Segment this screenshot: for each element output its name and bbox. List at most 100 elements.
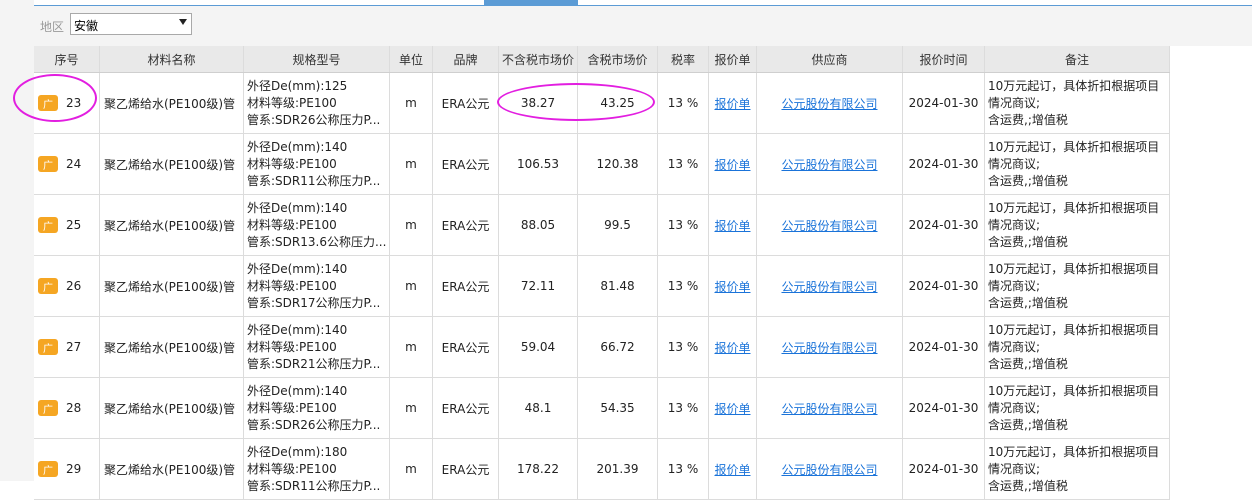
seq-number: 28 (66, 401, 82, 415)
supplier-link[interactable]: 公元股份有限公司 (781, 461, 877, 478)
region-label: 地区 (40, 20, 65, 34)
remark-line-3: 含运费,;增值税 (988, 478, 1068, 493)
table-row[interactable]: 广 25 聚乙烯给水(PE100级)管 外径De(mm):140 材料等级:PE100 管… (34, 195, 1170, 256)
spec-cell: 外径De(mm):140 材料等级:PE100 管系:SDR13.6公称压力... (244, 195, 390, 255)
spec-cell: 外径De(mm):140 材料等级:PE100 管系:SDR26公称压力P... (244, 378, 390, 438)
seq-cell: 广 25 (34, 195, 100, 255)
price-in-tax-cell: 81.48 (578, 256, 658, 316)
remark-line-1: 10万元起订，具体折扣根据项目 (988, 78, 1160, 93)
quote-cell: 报价单 (709, 378, 757, 438)
header-tax-rate[interactable]: 税率 (658, 46, 709, 72)
remarks-cell: 10万元起订，具体折扣根据项目 情况商议; 含运费,;增值税 (985, 134, 1170, 194)
quote-link[interactable]: 报价单 (714, 278, 750, 295)
remark-line-2: 情况商议; (988, 156, 1041, 171)
brand-cell: ERA公元 (433, 256, 499, 316)
supplier-link[interactable]: 公元股份有限公司 (781, 156, 877, 173)
price-table: 序号 材料名称 规格型号 单位 品牌 不含税市场价 含税市场价 税率 报价单 供… (34, 46, 1170, 500)
source-badge-icon[interactable]: 广 (38, 278, 58, 294)
header-price-in-tax[interactable]: 含税市场价 (578, 46, 658, 72)
header-brand[interactable]: 品牌 (433, 46, 499, 72)
header-price-ex-tax[interactable]: 不含税市场价 (499, 46, 578, 72)
source-badge-icon[interactable]: 广 (38, 339, 58, 355)
header-material-name[interactable]: 材料名称 (100, 46, 244, 72)
table-row[interactable]: 广 26 聚乙烯给水(PE100级)管 外径De(mm):140 材料等级:PE100 管… (34, 256, 1170, 317)
quote-date-cell: 2024-01-30 (903, 195, 985, 255)
spec-line-diameter: 外径De(mm):140 (247, 139, 348, 154)
unit-cell: m (390, 73, 433, 133)
remark-line-1: 10万元起订，具体折扣根据项目 (988, 383, 1160, 398)
supplier-cell: 公元股份有限公司 (757, 317, 903, 377)
spec-line-grade: 材料等级:PE100 (247, 400, 337, 415)
region-select[interactable]: 安徽 (70, 13, 192, 35)
spec-line-series: 管系:SDR26公称压力P... (247, 417, 381, 432)
table-row[interactable]: 广 29 聚乙烯给水(PE100级)管 外径De(mm):180 材料等级:PE100 管… (34, 439, 1170, 500)
table-row[interactable]: 广 28 聚乙烯给水(PE100级)管 外径De(mm):140 材料等级:PE100 管… (34, 378, 1170, 439)
table-row[interactable]: 广 24 聚乙烯给水(PE100级)管 外径De(mm):140 材料等级:PE100 管… (34, 134, 1170, 195)
supplier-cell: 公元股份有限公司 (757, 378, 903, 438)
quote-cell: 报价单 (709, 439, 757, 499)
supplier-link[interactable]: 公元股份有限公司 (781, 339, 877, 356)
quote-link[interactable]: 报价单 (714, 400, 750, 417)
seq-cell: 广 28 (34, 378, 100, 438)
table-row[interactable]: 广 27 聚乙烯给水(PE100级)管 外径De(mm):140 材料等级:PE100 管… (34, 317, 1170, 378)
header-unit[interactable]: 单位 (390, 46, 433, 72)
remark-line-2: 情况商议; (988, 278, 1041, 293)
source-badge-icon[interactable]: 广 (38, 217, 58, 233)
source-badge-icon[interactable]: 广 (38, 95, 58, 111)
left-gutter (0, 0, 34, 481)
supplier-link[interactable]: 公元股份有限公司 (781, 217, 877, 234)
header-supplier[interactable]: 供应商 (757, 46, 903, 72)
quote-link[interactable]: 报价单 (714, 95, 750, 112)
supplier-link[interactable]: 公元股份有限公司 (781, 400, 877, 417)
quote-date-cell: 2024-01-30 (903, 439, 985, 499)
price-in-tax-cell: 54.35 (578, 378, 658, 438)
supplier-link[interactable]: 公元股份有限公司 (781, 95, 877, 112)
source-badge-icon[interactable]: 广 (38, 156, 58, 172)
seq-cell: 广 24 (34, 134, 100, 194)
spec-line-grade: 材料等级:PE100 (247, 95, 337, 110)
remark-line-3: 含运费,;增值税 (988, 295, 1068, 310)
supplier-cell: 公元股份有限公司 (757, 73, 903, 133)
header-remarks[interactable]: 备注 (985, 46, 1170, 72)
seq-number: 29 (66, 462, 82, 476)
spec-cell: 外径De(mm):140 材料等级:PE100 管系:SDR11公称压力P... (244, 134, 390, 194)
unit-cell: m (390, 317, 433, 377)
remark-line-3: 含运费,;增值税 (988, 356, 1068, 371)
spec-line-grade: 材料等级:PE100 (247, 339, 337, 354)
quote-link[interactable]: 报价单 (714, 217, 750, 234)
header-quote-date[interactable]: 报价时间 (903, 46, 985, 72)
brand-cell: ERA公元 (433, 317, 499, 377)
remarks-cell: 10万元起订，具体折扣根据项目 情况商议; 含运费,;增值税 (985, 378, 1170, 438)
header-seq[interactable]: 序号 (34, 46, 100, 72)
quote-date-cell: 2024-01-30 (903, 134, 985, 194)
table-row[interactable]: 广 23 聚乙烯给水(PE100级)管 外径De(mm):125 材料等级:PE100 管… (34, 73, 1170, 134)
brand-cell: ERA公元 (433, 439, 499, 499)
spec-line-diameter: 外径De(mm):140 (247, 383, 348, 398)
region-select-value: 安徽 (74, 19, 99, 33)
quote-link[interactable]: 报价单 (714, 461, 750, 478)
header-quote[interactable]: 报价单 (709, 46, 757, 72)
source-badge-icon[interactable]: 广 (38, 461, 58, 477)
brand-cell: ERA公元 (433, 378, 499, 438)
price-in-tax-cell: 43.25 (578, 73, 658, 133)
tax-rate-cell: 13 % (658, 73, 709, 133)
tax-rate-cell: 13 % (658, 378, 709, 438)
price-ex-tax-cell: 88.05 (499, 195, 578, 255)
material-name: 聚乙烯给水(PE100级)管 (100, 256, 244, 316)
spec-line-series: 管系:SDR11公称压力P... (247, 173, 381, 188)
header-spec[interactable]: 规格型号 (244, 46, 390, 72)
quote-date-cell: 2024-01-30 (903, 317, 985, 377)
supplier-link[interactable]: 公元股份有限公司 (781, 278, 877, 295)
unit-cell: m (390, 134, 433, 194)
remark-line-2: 情况商议; (988, 339, 1041, 354)
source-badge-icon[interactable]: 广 (38, 400, 58, 416)
quote-link[interactable]: 报价单 (714, 339, 750, 356)
brand-cell: ERA公元 (433, 195, 499, 255)
tax-rate-cell: 13 % (658, 134, 709, 194)
unit-cell: m (390, 439, 433, 499)
remark-line-1: 10万元起订，具体折扣根据项目 (988, 444, 1160, 459)
quote-link[interactable]: 报价单 (714, 156, 750, 173)
remark-line-1: 10万元起订，具体折扣根据项目 (988, 322, 1160, 337)
quote-cell: 报价单 (709, 134, 757, 194)
dropdown-arrow-icon[interactable] (179, 19, 187, 25)
